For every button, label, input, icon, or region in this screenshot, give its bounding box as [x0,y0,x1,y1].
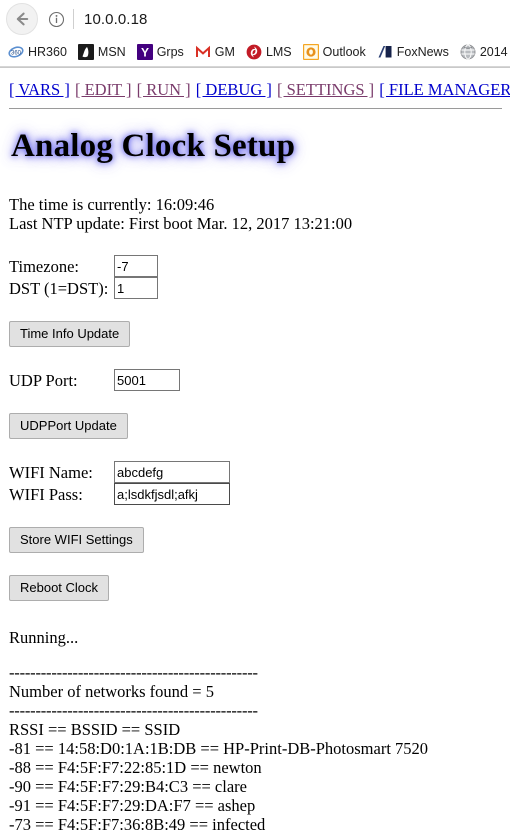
bookmark-outlook[interactable]: Outlook [302,44,366,60]
nav-link-vars[interactable]: [ VARS ] [9,80,70,99]
dst-label: DST (1=DST): [9,278,109,298]
wifi-name-row: WIFI Name: [9,461,502,483]
msn-favicon [77,44,94,60]
bookmark-label: MSN [97,45,126,59]
bookmark-msn[interactable]: MSN [77,44,126,60]
dst-row: DST (1=DST): [9,277,502,299]
bookmark-lms[interactable]: LMS [246,44,292,60]
back-arrow-icon[interactable] [6,3,38,35]
network-row: -91 == F4:5F:F7:29:DA:F7 == ashep [9,796,256,815]
timezone-input[interactable] [114,255,158,277]
networks-divider-bottom: ----------------------------------------… [9,701,258,720]
bookmark-label: GM [214,45,235,59]
udp-port-update-button[interactable]: UDPPort Update [9,413,128,439]
networks-divider-top: ----------------------------------------… [9,663,258,682]
lms-favicon [246,44,262,60]
bookmark-label: Outlook [322,45,366,59]
udp-port-input[interactable] [114,369,180,391]
status-text: Running... [9,628,79,647]
wifi-name-input[interactable] [114,461,230,483]
network-row: -88 == F4:5F:F7:22:85:1D == newton [9,758,262,777]
udp-port-label: UDP Port: [9,370,78,390]
bookmark-foxnews[interactable]: FoxNews [376,44,449,60]
nav-link-edit[interactable]: [ EDIT ] [75,80,132,99]
bookmark-2014-f-150[interactable]: 2014 F-150 [460,44,510,60]
url-bar-divider [73,9,74,29]
ntp-update-text: Last NTP update: First boot Mar. 12, 201… [9,214,353,233]
time-info-update-button[interactable]: Time Info Update [9,321,131,347]
timezone-label: Timezone: [9,256,79,276]
svg-text:Y: Y [141,45,149,59]
wifi-pass-input[interactable] [114,483,230,505]
page-title: Analog Clock Setup [11,128,296,164]
network-row: -73 == F4:5F:F7:36:8B:49 == infected [9,815,266,834]
bookmark-label: LMS [265,45,292,59]
reboot-clock-button[interactable]: Reboot Clock [9,575,110,601]
nav-link-run[interactable]: [ RUN ] [137,80,191,99]
wifi-pass-label: WIFI Pass: [9,484,83,504]
gmail-favicon [194,44,211,60]
networks-header: RSSI == BSSID == SSID [9,720,181,739]
network-row: -81 == 14:58:D0:1A:1B:DB == HP-Print-DB-… [9,739,429,758]
wifi-pass-row: WIFI Pass: [9,483,502,505]
url-bar-row: 10.0.0.18 [0,0,510,38]
nav-links: [ VARS ] [ EDIT ] [ RUN ] [ DEBUG ] [ SE… [9,76,510,102]
hr360-favicon: 360 [8,44,24,60]
header-divider [9,108,502,109]
bookmarks-bar: 360 HR360 MSN Y Grps GM LMS Outlook FoxN… [0,38,510,67]
info-circle-icon[interactable] [45,8,67,30]
url-input[interactable]: 10.0.0.18 [84,11,147,28]
timezone-row: Timezone: [9,255,502,277]
store-wifi-settings-button[interactable]: Store WIFI Settings [9,527,144,553]
outlook-favicon [302,44,319,60]
svg-text:360: 360 [11,50,22,56]
bookmark-label: HR360 [28,45,67,59]
foxnews-favicon [376,44,393,60]
network-row: -90 == F4:5F:F7:29:B4:C3 == clare [9,777,247,796]
bookmark-label: Grps [156,45,184,59]
browser-chrome: 10.0.0.18 360 HR360 MSN Y Grps GM LMS Ou… [0,0,510,68]
networks-count-text: Number of networks found = 5 [9,682,214,701]
dst-input[interactable] [114,277,158,299]
status-block: Running... [9,628,502,647]
time-info-block: The time is currently: 16:09:46 Last NTP… [9,195,502,233]
current-time-text: The time is currently: 16:09:46 [9,195,215,214]
page-content: [ VARS ] [ EDIT ] [ RUN ] [ DEBUG ] [ SE… [0,68,510,834]
udp-port-row: UDP Port: [9,369,502,391]
bookmark-grps[interactable]: Y Grps [136,44,184,60]
nav-link-settings[interactable]: [ SETTINGS ] [277,80,374,99]
bookmark-hr360[interactable]: 360 HR360 [8,44,67,60]
yahoo-favicon: Y [136,44,153,60]
nav-link-debug[interactable]: [ DEBUG ] [196,80,272,99]
bookmark-label: 2014 F-150 [479,45,510,59]
nav-link-file-manager[interactable]: [ FILE MANAGER ] [379,80,510,99]
globe-favicon [460,44,476,60]
wifi-name-label: WIFI Name: [9,462,93,482]
bookmark-gm[interactable]: GM [194,44,235,60]
bookmark-label: FoxNews [396,45,449,59]
